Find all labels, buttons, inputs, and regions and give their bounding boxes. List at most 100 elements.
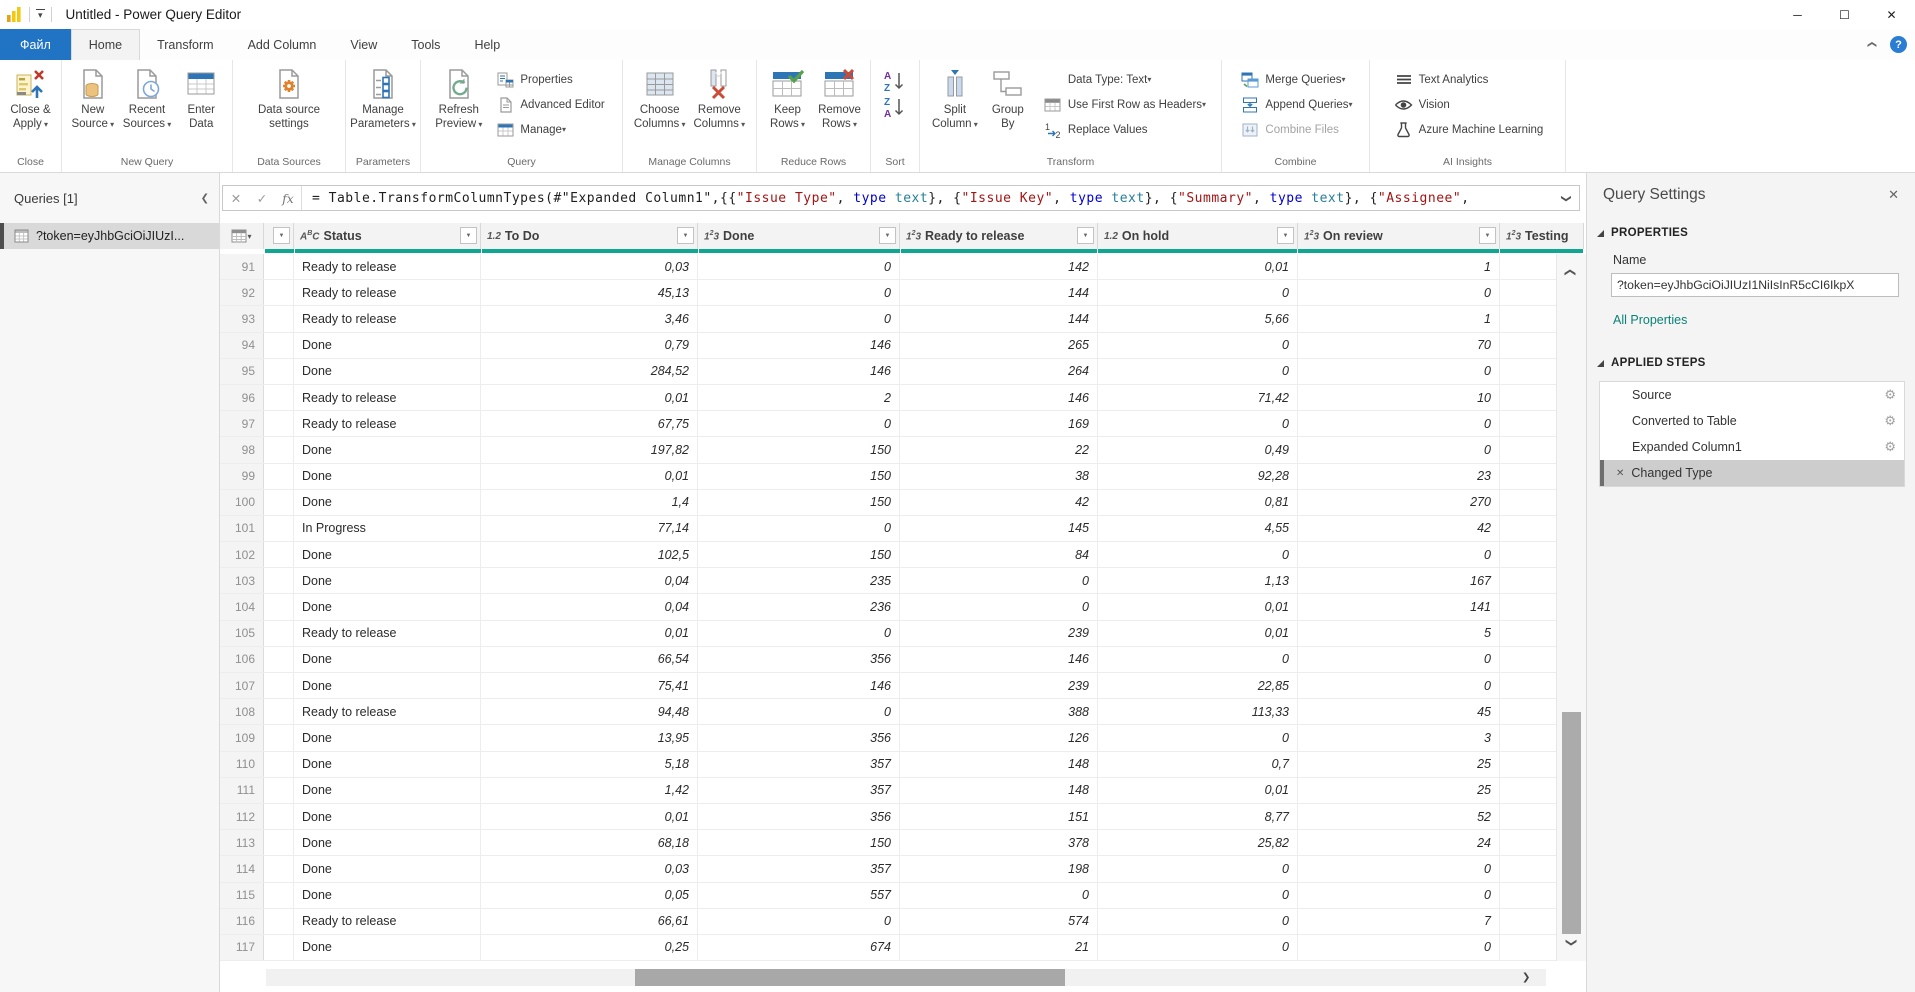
table-row[interactable]: 115Done0,05557000 xyxy=(220,883,1556,909)
refresh-preview-button[interactable]: Refresh Preview ▾ xyxy=(431,63,486,153)
table-row[interactable]: 101In Progress77,1401454,5542 xyxy=(220,516,1556,542)
table-row[interactable]: 91Ready to release0,0301420,011 xyxy=(220,254,1556,280)
remove-rows-button[interactable]: Remove Rows ▾ xyxy=(814,63,866,153)
step-settings-gear-icon[interactable]: ⚙ xyxy=(1884,439,1896,455)
select-all-corner-cell[interactable]: ▾ xyxy=(220,223,264,249)
group-by-button[interactable]: Group By xyxy=(982,63,1034,153)
maximize-button[interactable]: ☐ xyxy=(1821,0,1868,29)
properties-section-header[interactable]: PROPERTIES xyxy=(1587,227,1915,239)
table-row[interactable]: 116Ready to release66,61057407 xyxy=(220,909,1556,935)
collapse-queries-icon[interactable]: ❮ xyxy=(201,193,209,204)
collapse-ribbon-icon[interactable]: ❮ xyxy=(1867,41,1878,49)
scroll-down-icon[interactable]: ❮ xyxy=(1564,938,1577,947)
remove-columns-button[interactable]: Remove Columns ▾ xyxy=(690,63,750,153)
column-header-status[interactable]: ABCStatus▼ xyxy=(294,223,481,249)
close-button[interactable]: ✕ xyxy=(1868,0,1915,29)
column-header-done[interactable]: 123Done▼ xyxy=(698,223,900,249)
properties-button[interactable]: Properties xyxy=(490,67,609,92)
step-settings-gear-icon[interactable]: ⚙ xyxy=(1884,413,1896,429)
keep-rows-button[interactable]: Keep Rows ▾ xyxy=(762,63,814,153)
azure-machine-learning-button[interactable]: Azure Machine Learning xyxy=(1389,117,1549,142)
data-source-settings-button[interactable]: Data source settings xyxy=(254,63,324,153)
use-first-row-as-headers-button[interactable]: Use First Row as Headers ▾ xyxy=(1038,92,1211,117)
formula-input[interactable]: = Table.TransformColumnTypes(#"Expanded … xyxy=(306,191,1553,206)
vertical-scroll-thumb[interactable] xyxy=(1562,712,1581,934)
table-row[interactable]: 110Done5,183571480,725 xyxy=(220,752,1556,778)
sort-ascending-button[interactable]: AZ xyxy=(884,69,906,93)
table-row[interactable]: 106Done66,5435614600 xyxy=(220,647,1556,673)
applied-step-changed-type[interactable]: ✕Changed Type xyxy=(1600,460,1904,486)
manage-button[interactable]: Manage ▾ xyxy=(490,117,609,142)
applied-step-source[interactable]: Source⚙ xyxy=(1600,382,1904,408)
column-header-on-hold[interactable]: 1.2On hold▼ xyxy=(1098,223,1298,249)
close-icon[interactable]: ✕ xyxy=(1888,187,1899,203)
scroll-up-icon[interactable]: ❮ xyxy=(1564,268,1577,277)
minimize-button[interactable]: ─ xyxy=(1774,0,1821,29)
table-row[interactable]: 113Done68,1815037825,8224 xyxy=(220,830,1556,856)
table-row[interactable]: 92Ready to release45,13014400 xyxy=(220,280,1556,306)
applied-steps-section-header[interactable]: APPLIED STEPS xyxy=(1587,357,1915,369)
table-row[interactable]: 93Ready to release3,4601445,661 xyxy=(220,306,1556,332)
horizontal-scrollbar[interactable]: ❮ ❯ xyxy=(220,961,1586,992)
filter-dropdown-icon[interactable]: ▼ xyxy=(1479,227,1496,244)
table-row[interactable]: 96Ready to release0,01214671,4210 xyxy=(220,385,1556,411)
merge-queries-button[interactable]: Merge Queries ▾ xyxy=(1235,67,1357,92)
step-settings-gear-icon[interactable]: ⚙ xyxy=(1884,387,1896,403)
split-column-button[interactable]: Split Column ▾ xyxy=(928,63,982,153)
table-row[interactable]: 111Done1,423571480,0125 xyxy=(220,778,1556,804)
filter-dropdown-icon[interactable]: ▼ xyxy=(1077,227,1094,244)
applied-step-converted-to-table[interactable]: Converted to Table⚙ xyxy=(1600,408,1904,434)
filter-dropdown-icon[interactable]: ▼ xyxy=(273,227,290,244)
query-name-input[interactable] xyxy=(1611,273,1899,297)
filter-dropdown-icon[interactable]: ▼ xyxy=(677,227,694,244)
help-badge-icon[interactable]: ? xyxy=(1890,36,1907,53)
vision-button[interactable]: Vision xyxy=(1389,92,1549,117)
quick-access-toolbar-button[interactable]: ▾ xyxy=(36,9,45,20)
table-row[interactable]: 109Done13,9535612603 xyxy=(220,725,1556,751)
table-row[interactable]: 100Done1,4150420,81270 xyxy=(220,490,1556,516)
table-row[interactable]: 94Done0,79146265070 xyxy=(220,333,1556,359)
filter-dropdown-icon[interactable]: ▼ xyxy=(879,227,896,244)
table-row[interactable]: 112Done0,013561518,7752 xyxy=(220,804,1556,830)
enter-data-button[interactable]: Enter Data xyxy=(175,63,227,153)
data-type-text-button[interactable]: Data Type: Text ▾ xyxy=(1038,67,1211,92)
manage-parameters-button[interactable]: Manage Parameters ▾ xyxy=(346,63,420,153)
advanced-editor-button[interactable]: Advanced Editor xyxy=(490,92,609,117)
text-analytics-button[interactable]: Text Analytics xyxy=(1389,67,1549,92)
cancel-formula-icon[interactable]: ✕ xyxy=(223,191,249,206)
table-row[interactable]: 114Done0,0335719800 xyxy=(220,856,1556,882)
recent-sources-button[interactable]: Recent Sources ▾ xyxy=(119,63,175,153)
table-row[interactable]: 97Ready to release67,75016900 xyxy=(220,411,1556,437)
column-header-testing[interactable]: 123Testing▼ xyxy=(1500,223,1584,249)
close-apply-button[interactable]: Close & Apply ▾ xyxy=(5,63,57,153)
table-row[interactable]: 117Done0,256742100 xyxy=(220,935,1556,961)
tab-transform[interactable]: Transform xyxy=(140,29,231,60)
tab-tools[interactable]: Tools xyxy=(394,29,457,60)
choose-columns-button[interactable]: Choose Columns ▾ xyxy=(630,63,690,153)
tab-view[interactable]: View xyxy=(333,29,394,60)
horizontal-scroll-thumb[interactable] xyxy=(635,969,1065,986)
table-row[interactable]: 104Done0,0423600,01141 xyxy=(220,594,1556,620)
append-queries-button[interactable]: Append Queries ▾ xyxy=(1235,92,1357,117)
column-header-ready-to-release[interactable]: 123Ready to release▼ xyxy=(900,223,1098,249)
filter-dropdown-icon[interactable]: ▼ xyxy=(1277,227,1294,244)
tab-home[interactable]: Home xyxy=(71,29,140,60)
replace-values-button[interactable]: 12Replace Values xyxy=(1038,117,1211,142)
table-row[interactable]: 103Done0,0423501,13167 xyxy=(220,568,1556,594)
vertical-scrollbar[interactable]: ❮ ❮ xyxy=(1556,254,1586,961)
expand-formula-icon[interactable]: ❮ xyxy=(1561,185,1572,211)
table-row[interactable]: 108Ready to release94,480388113,3345 xyxy=(220,699,1556,725)
all-properties-link[interactable]: All Properties xyxy=(1613,313,1915,327)
column-header-blank[interactable]: ▼ xyxy=(264,223,294,249)
commit-formula-icon[interactable]: ✓ xyxy=(249,191,275,206)
scroll-right-icon[interactable]: ❯ xyxy=(1522,972,1530,983)
table-row[interactable]: 102Done102,51508400 xyxy=(220,542,1556,568)
column-header-to-do[interactable]: 1.2To Do▼ xyxy=(481,223,698,249)
query-list-item[interactable]: ?token=eyJhbGciOiJIUzI... xyxy=(0,223,219,249)
table-row[interactable]: 107Done75,4114623922,850 xyxy=(220,673,1556,699)
column-header-on-review[interactable]: 123On review▼ xyxy=(1298,223,1500,249)
tab-file[interactable]: Файл xyxy=(0,29,71,60)
table-row[interactable]: 99Done0,011503892,2823 xyxy=(220,464,1556,490)
applied-step-expanded-column1[interactable]: Expanded Column1⚙ xyxy=(1600,434,1904,460)
filter-dropdown-icon[interactable]: ▼ xyxy=(460,227,477,244)
